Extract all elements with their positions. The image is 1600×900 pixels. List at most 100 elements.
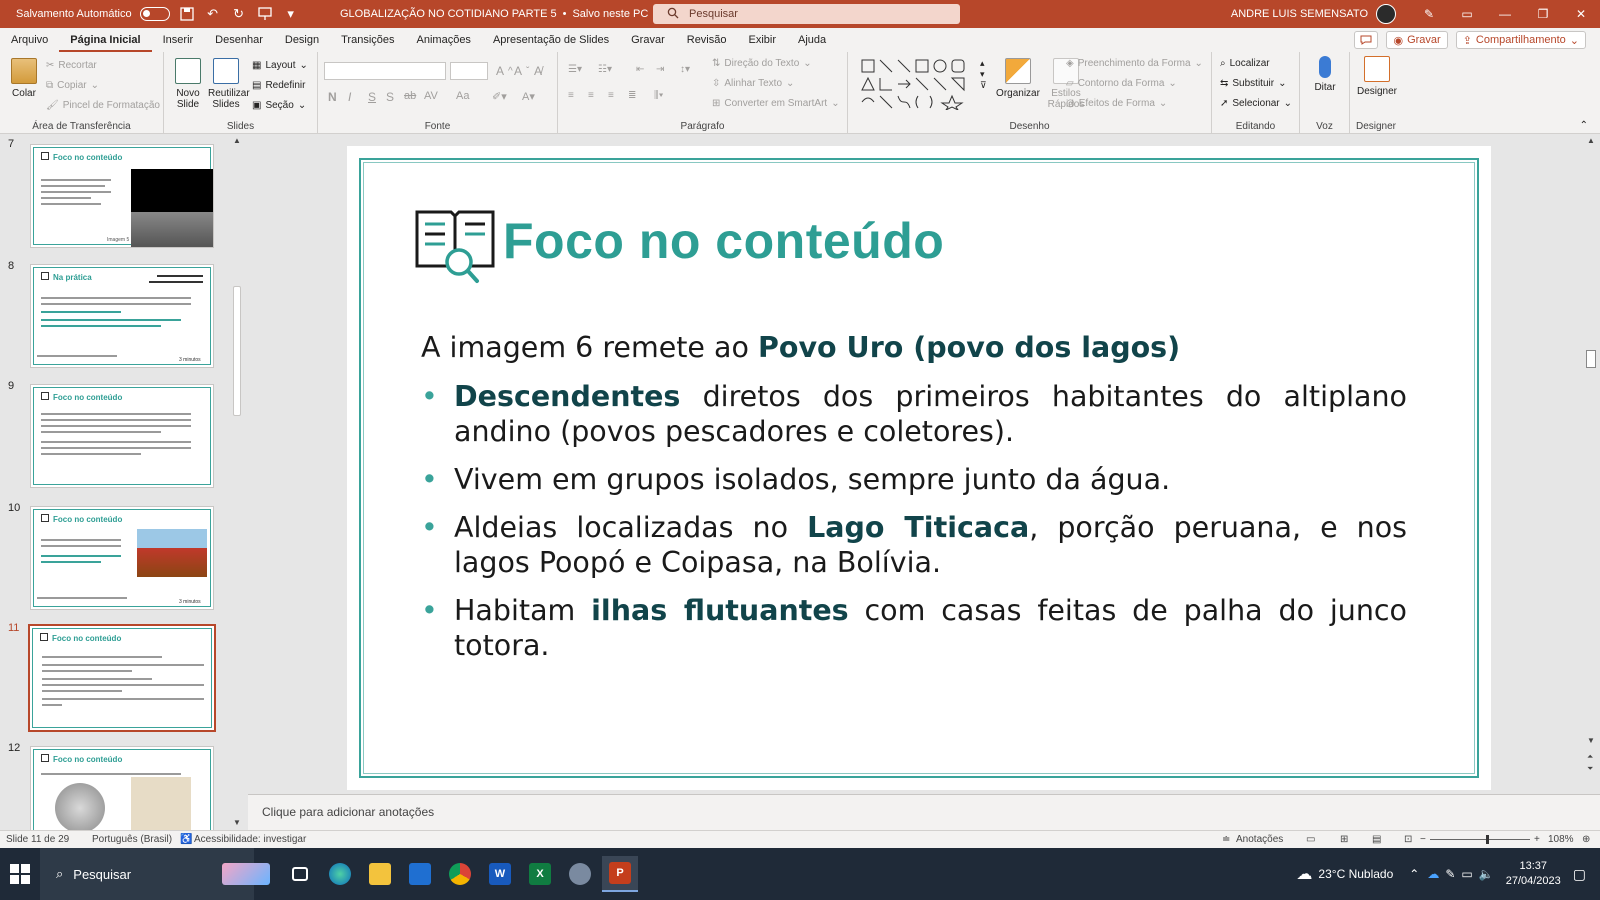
pen-icon[interactable]: ✎ xyxy=(1410,0,1448,28)
maximize-icon[interactable]: ❐ xyxy=(1524,0,1562,28)
section-button[interactable]: ▣ Seção ⌄ xyxy=(252,100,306,111)
slide-sorter-icon[interactable]: ⊞ xyxy=(1340,834,1348,845)
slide-scrollbar[interactable]: ▲ ▼ ⏶ ⏷ xyxy=(1582,134,1600,794)
tab-gravar[interactable]: Gravar xyxy=(620,28,676,52)
highlight-icon[interactable]: ✐▾ xyxy=(492,90,507,103)
thumbnails-scrollbar[interactable]: ▲ ▼ xyxy=(231,134,243,830)
font-color-icon[interactable]: A▾ xyxy=(522,90,535,103)
designer-button[interactable]: Designer xyxy=(1354,56,1400,97)
new-slide-button[interactable]: Novo Slide xyxy=(170,58,206,110)
fit-slide-icon[interactable]: ⊕ xyxy=(1582,834,1590,845)
autosave-toggle[interactable] xyxy=(139,7,170,21)
onedrive-icon[interactable]: ☁ xyxy=(1427,867,1439,881)
tab-animacoes[interactable]: Animações xyxy=(406,28,482,52)
dictate-button[interactable]: Ditar xyxy=(1306,56,1344,93)
align-left-icon[interactable]: ≡ xyxy=(568,90,574,101)
tab-transicoes[interactable]: Transições xyxy=(330,28,405,52)
app-icon[interactable] xyxy=(562,856,598,892)
language-status[interactable]: Português (Brasil) xyxy=(92,834,172,845)
user-name[interactable]: ANDRE LUIS SEMENSATO xyxy=(1231,8,1368,20)
zoom-out-icon[interactable]: − xyxy=(1420,834,1426,845)
shape-outline-button[interactable]: ▱ Contorno da Forma ⌄ xyxy=(1066,78,1177,89)
tab-inserir[interactable]: Inserir xyxy=(152,28,205,52)
pen-tray-icon[interactable]: ✎ xyxy=(1445,867,1455,881)
find-button[interactable]: ⌕ Localizar xyxy=(1220,58,1270,69)
format-painter-button[interactable]: 🖌 Pincel de Formatação xyxy=(46,100,160,111)
tab-apresentacao[interactable]: Apresentação de Slides xyxy=(482,28,620,52)
justify-icon[interactable]: ≣ xyxy=(628,90,636,101)
word-icon[interactable]: W xyxy=(482,856,518,892)
network-icon[interactable]: ▭ xyxy=(1461,867,1472,881)
tab-design[interactable]: Design xyxy=(274,28,330,52)
slide-thumbnail[interactable]: Foco no conteúdo xyxy=(30,746,214,830)
text-direction-button[interactable]: ⇅ Direção do Texto ⌄ xyxy=(712,58,812,69)
align-right-icon[interactable]: ≡ xyxy=(608,90,614,101)
reuse-slides-button[interactable]: Reutilizar Slides xyxy=(208,58,250,110)
task-view-icon[interactable] xyxy=(282,856,318,892)
font-size-select[interactable] xyxy=(450,62,488,80)
search-input[interactable]: Pesquisar xyxy=(653,4,960,24)
scrollbar-thumb[interactable] xyxy=(233,286,241,416)
underline-button[interactable]: S xyxy=(368,90,376,104)
strikethrough-button[interactable]: ab xyxy=(404,90,416,102)
excel-icon[interactable]: X xyxy=(522,856,558,892)
copy-button[interactable]: ⧉ Copiar ⌄ xyxy=(46,80,99,91)
notes-toggle-button[interactable]: Anotações xyxy=(1236,834,1283,845)
reset-button[interactable]: ▤ Redefinir xyxy=(252,80,305,91)
store-icon[interactable] xyxy=(402,856,438,892)
present-icon[interactable] xyxy=(256,5,274,23)
zoom-level[interactable]: 108% xyxy=(1548,834,1574,845)
slide-thumbnail-active[interactable]: Foco no conteúdo xyxy=(28,624,216,732)
char-spacing-button[interactable]: AV xyxy=(424,90,438,102)
accessibility-icon[interactable]: ♿ xyxy=(180,834,192,845)
slide-title[interactable]: Foco no conteúdo xyxy=(503,212,944,270)
save-icon[interactable] xyxy=(178,5,196,23)
notes-toggle-icon[interactable]: ≐ xyxy=(1222,834,1230,845)
decrease-indent-icon[interactable]: ⇤ xyxy=(636,64,644,75)
slide-thumbnail[interactable]: Foco no conteúdo Imagem 5 xyxy=(30,144,214,248)
line-spacing-icon[interactable]: ↕▾ xyxy=(680,64,690,75)
undo-icon[interactable]: ↶ xyxy=(204,5,222,23)
select-button[interactable]: ➚ Selecionar ⌄ xyxy=(1220,98,1292,109)
shadow-button[interactable]: S xyxy=(386,90,394,104)
redo-icon[interactable]: ↻ xyxy=(230,5,248,23)
columns-icon[interactable]: ⫼▾ xyxy=(654,90,663,101)
windows-start-icon[interactable] xyxy=(10,864,30,884)
italic-button[interactable]: I xyxy=(348,90,351,104)
slide-body-text[interactable]: A imagem 6 remete ao Povo Uro (povo dos … xyxy=(421,330,1407,676)
shapes-more-icon[interactable]: ▴ ▾ ⊽ xyxy=(980,58,987,91)
layout-button[interactable]: ▦ Layout ⌄ xyxy=(252,60,308,71)
weather-status[interactable]: 23°C Nublado xyxy=(1318,867,1393,881)
chevron-up-icon[interactable]: ⌃ xyxy=(1409,867,1419,881)
notifications-icon[interactable]: ▢ xyxy=(1573,866,1586,883)
bold-button[interactable]: N xyxy=(328,90,337,104)
customize-toolbar-icon[interactable]: ▾ xyxy=(282,5,300,23)
shape-fill-button[interactable]: ◈ Preenchimento da Forma ⌄ xyxy=(1066,58,1203,69)
normal-view-icon[interactable]: ▭ xyxy=(1306,834,1315,845)
edge-icon[interactable] xyxy=(322,856,358,892)
notes-pane[interactable]: Clique para adicionar anotações xyxy=(248,794,1600,830)
clear-format-icon[interactable]: A̸ xyxy=(534,64,542,78)
zoom-slider[interactable] xyxy=(1430,839,1530,840)
align-center-icon[interactable]: ≡ xyxy=(588,90,594,101)
chrome-icon[interactable] xyxy=(442,856,478,892)
arrange-button[interactable]: Organizar xyxy=(994,58,1042,99)
grow-font-button[interactable]: A ^ xyxy=(496,64,513,78)
shapes-gallery[interactable] xyxy=(860,58,980,110)
zoom-slider-thumb[interactable] xyxy=(1486,835,1489,844)
reading-view-icon[interactable]: ▤ xyxy=(1372,834,1381,845)
tab-ajuda[interactable]: Ajuda xyxy=(787,28,837,52)
scrollbar-thumb[interactable] xyxy=(1586,350,1596,368)
cut-button[interactable]: ✂ Recortar xyxy=(46,60,97,71)
minimize-icon[interactable]: — xyxy=(1486,0,1524,28)
volume-icon[interactable]: 🔈 xyxy=(1479,867,1494,881)
tab-arquivo[interactable]: Arquivo xyxy=(0,28,59,52)
change-case-button[interactable]: Aa xyxy=(456,90,469,102)
shrink-font-button[interactable]: Aˇ xyxy=(514,64,529,78)
tab-pagina-inicial[interactable]: Página Inicial xyxy=(59,28,152,52)
comments-button[interactable] xyxy=(1354,31,1379,49)
shape-effects-button[interactable]: ◎ Efeitos de Forma ⌄ xyxy=(1066,98,1167,109)
widgets-icon[interactable] xyxy=(216,856,276,892)
tab-desenhar[interactable]: Desenhar xyxy=(204,28,274,52)
avatar[interactable] xyxy=(1376,4,1396,24)
